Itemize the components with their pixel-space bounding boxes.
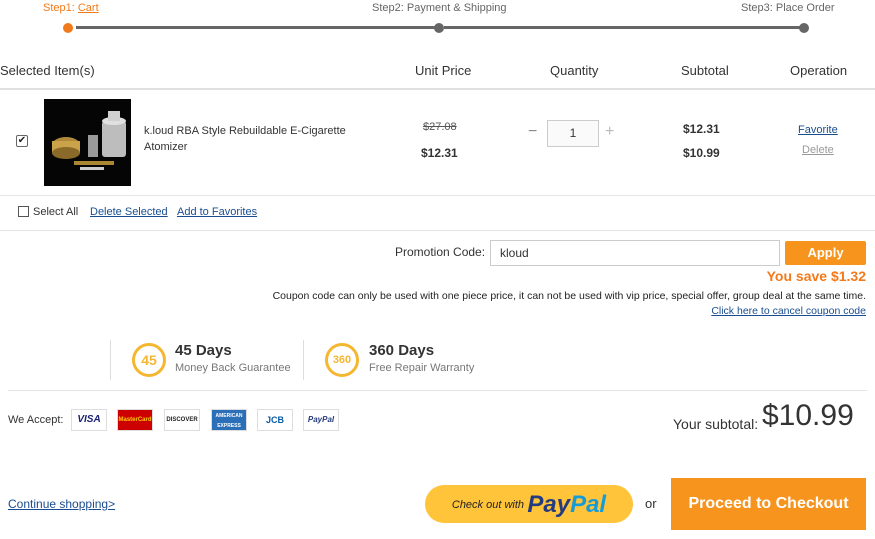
item-checkbox[interactable]: ✔ (16, 135, 28, 147)
promotion-code-label: Promotion Code: (395, 245, 486, 259)
money-back-badge-icon: 45 (132, 343, 166, 377)
step1-dot (63, 23, 73, 33)
col-subtotal: Subtotal (681, 63, 729, 78)
add-to-favorites-link[interactable]: Add to Favorites (177, 206, 257, 218)
unit-price: $12.31 (421, 146, 458, 160)
coupon-note: Coupon code can only be used with one pi… (272, 290, 866, 302)
guarantee-divider-mid (303, 340, 304, 380)
warranty-title: 360 Days (369, 342, 435, 359)
select-all-checkbox[interactable] (18, 206, 29, 217)
item-divider (0, 195, 875, 196)
cart-table-header: Selected Item(s) Unit Price Quantity Sub… (0, 55, 875, 87)
warranty-subtitle: Free Repair Warranty (369, 362, 475, 374)
discover-icon: DISCOVER (164, 409, 200, 431)
proceed-to-checkout-button[interactable]: Proceed to Checkout (671, 478, 866, 530)
item-subtotal-discounted: $10.99 (683, 146, 720, 160)
or-separator: or (645, 496, 657, 511)
col-unit-price: Unit Price (415, 63, 472, 78)
visa-icon: VISA (71, 409, 107, 431)
checkout-steps: Step1: Cart Step2: Payment & Shipping St… (0, 0, 875, 40)
atomizer-image (44, 99, 131, 186)
we-accept-label: We Accept: (8, 414, 64, 426)
apply-button[interactable]: Apply (785, 241, 866, 265)
savings-text: You save $1.32 (766, 268, 866, 284)
continue-shopping-link[interactable]: Continue shopping> (8, 497, 115, 511)
subtotal-label: Your subtotal: (673, 416, 759, 432)
step3-dot (799, 23, 809, 33)
guarantee-divider-left (110, 340, 111, 380)
select-all-label[interactable]: Select All (33, 206, 78, 218)
quantity-increase-button[interactable]: + (605, 123, 614, 141)
delete-selected-link[interactable]: Delete Selected (90, 206, 168, 218)
delete-link[interactable]: Delete (802, 144, 834, 156)
paypal-logo-pal: Pal (570, 490, 607, 518)
favorite-link[interactable]: Favorite (798, 124, 838, 136)
step1-prefix: Step1: (43, 2, 78, 14)
quantity-input[interactable]: 1 (547, 120, 599, 147)
money-back-subtitle: Money Back Guarantee (175, 362, 291, 374)
product-image[interactable] (44, 99, 131, 186)
paypal-card-icon: PayPal (303, 409, 339, 431)
promotion-code-input[interactable]: kloud (490, 240, 780, 266)
step3-label: Step3: Place Order (741, 2, 835, 14)
mastercard-icon: MasterCard (117, 409, 153, 431)
cancel-coupon-link[interactable]: Click here to cancel coupon code (711, 305, 866, 317)
step-line-1 (76, 26, 436, 29)
amex-icon: AMERICAN EXPRESS (211, 409, 247, 431)
quantity-decrease-button[interactable]: − (528, 123, 537, 141)
header-divider (0, 88, 875, 90)
guarantee-divider (8, 390, 867, 391)
col-operation: Operation (790, 63, 848, 78)
step2-dot (434, 23, 444, 33)
subtotal-value: $10.99 (762, 399, 854, 432)
jcb-icon: JCB (257, 409, 293, 431)
product-name[interactable]: k.loud RBA Style Rebuildable E-Cigarette… (144, 123, 364, 155)
selection-divider (0, 230, 875, 231)
money-back-title: 45 Days (175, 342, 232, 359)
item-subtotal-original: $12.31 (683, 122, 720, 136)
paypal-logo-pay: Pay (527, 490, 571, 518)
warranty-badge-icon: 360 (325, 343, 359, 377)
step1-label: Step1: Cart (43, 2, 99, 14)
col-quantity: Quantity (550, 63, 599, 78)
step-line-2 (444, 26, 800, 29)
paypal-checkout-prefix: Check out with (451, 498, 525, 511)
paypal-checkout-button[interactable]: Check out with PayPal (425, 485, 633, 523)
step2-label: Step2: Payment & Shipping (372, 2, 507, 14)
col-selected-items: Selected Item(s) (0, 63, 95, 78)
step1-cart-link[interactable]: Cart (78, 2, 99, 14)
original-price: $27.08 (423, 121, 457, 133)
